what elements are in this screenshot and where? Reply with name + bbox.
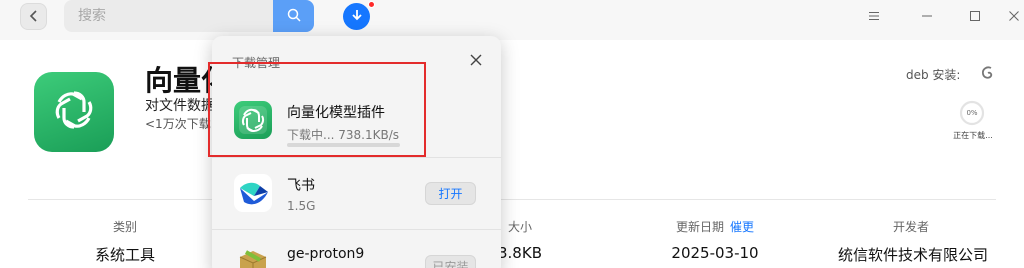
download-arrow-icon (350, 7, 364, 26)
installed-button[interactable]: 已安装 (425, 255, 476, 268)
menu-button[interactable] (864, 6, 884, 26)
search-box[interactable] (64, 0, 274, 32)
title-bar (0, 0, 1024, 40)
minimize-button[interactable] (917, 6, 937, 26)
download-item-name: 飞书 (287, 178, 315, 194)
info-category-label: 类别 (112, 220, 137, 234)
urge-update-link[interactable]: 催更 (730, 220, 754, 234)
app-icon (34, 72, 114, 152)
deb-install-label: deb 安装: (906, 68, 961, 82)
search-icon (287, 7, 301, 26)
info-updated-label: 更新日期 (675, 220, 724, 234)
search-button[interactable] (273, 0, 314, 32)
download-manager-button[interactable] (343, 3, 370, 30)
info-updated-value: 2025-03-10 (671, 244, 759, 262)
download-item-size: 1.5G (287, 199, 316, 213)
close-icon (1008, 7, 1020, 26)
info-developer-value: 统信软件技术有限公司 (838, 246, 989, 264)
package-box-icon (234, 243, 272, 268)
search-input[interactable] (64, 0, 274, 32)
openai-knot-icon (49, 85, 99, 139)
install-progress-status: 正在下载... (953, 131, 993, 140)
info-divider (28, 199, 996, 200)
debian-swirl-icon (979, 64, 997, 82)
open-button[interactable]: 打开 (425, 182, 476, 205)
download-count: <1万次下载 (145, 117, 211, 131)
notification-badge (368, 1, 375, 8)
download-item-name: ge-proton9 (287, 246, 365, 262)
install-progress-percent: 0% (966, 109, 978, 117)
minimize-icon (921, 7, 933, 26)
info-developer-label: 开发者 (892, 220, 929, 234)
app-description: 对文件数据 (145, 98, 215, 114)
chevron-left-icon (29, 7, 39, 26)
item-divider (212, 229, 501, 230)
popup-close-button[interactable] (468, 52, 484, 68)
info-developer: 开发者 统信软件技术有限公司 (838, 218, 989, 265)
menu-icon (868, 7, 880, 26)
close-window-button[interactable] (1004, 6, 1024, 26)
highlight-annotation (208, 62, 426, 157)
item-divider (212, 157, 501, 158)
close-icon (470, 51, 482, 70)
maximize-button[interactable] (965, 6, 985, 26)
info-updated: 更新日期 催更 2025-03-10 (660, 218, 770, 262)
info-category: 类别 系统工具 (95, 218, 155, 265)
feishu-bird-icon (234, 174, 272, 212)
maximize-icon (969, 7, 981, 26)
back-button[interactable] (20, 3, 47, 30)
info-category-value: 系统工具 (95, 246, 156, 264)
